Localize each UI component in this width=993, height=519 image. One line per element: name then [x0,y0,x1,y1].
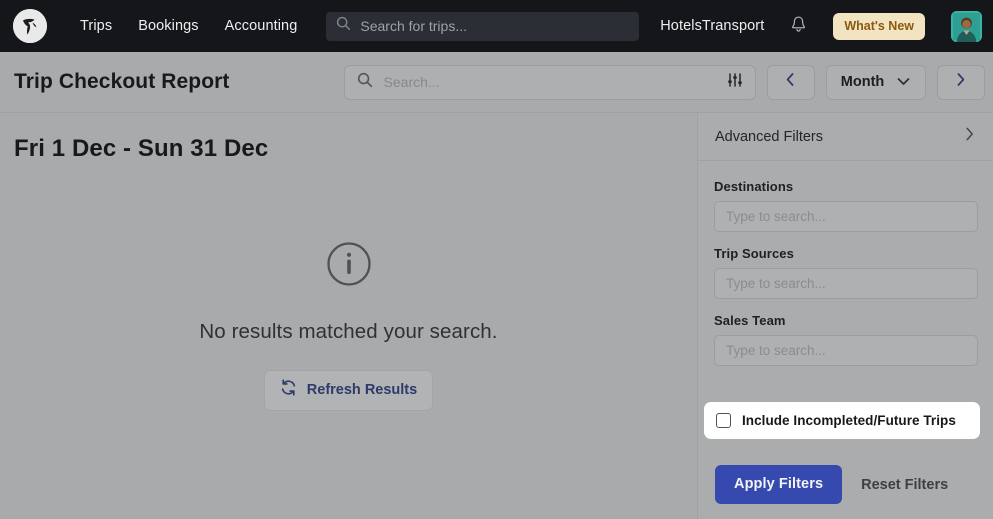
include-incompleted-future-trips-checkbox[interactable] [716,413,731,428]
nav-link-hotels[interactable]: Hotels [660,18,702,34]
secondary-nav-area: Hotels Transport What's New [660,11,993,42]
sliders-icon[interactable] [727,72,743,93]
date-range-heading: Fri 1 Dec - Sun 31 Dec [14,135,697,163]
report-content: Fri 1 Dec - Sun 31 Dec No results matche… [0,113,697,519]
nav-link-accounting[interactable]: Accounting [225,18,298,34]
filter-actions: Apply Filters Reset Filters [715,465,950,504]
filter-field-destinations: Destinations Type to search... [714,179,978,232]
nav-link-trips[interactable]: Trips [80,18,112,34]
destinations-input[interactable]: Type to search... [714,201,978,232]
field-label: Trip Sources [714,246,978,261]
bell-icon[interactable] [790,15,807,38]
empty-state-message: No results matched your search. [0,320,697,344]
field-label: Destinations [714,179,978,194]
refresh-results-button[interactable]: Refresh Results [264,370,433,411]
period-selector-label: Month [841,74,884,90]
report-toolbar: Search... [344,65,985,100]
apply-filters-button[interactable]: Apply Filters [715,465,842,504]
advanced-filters-panel: Advanced Filters Destinations Type to se… [697,113,993,519]
chevron-right-icon [964,126,975,147]
info-circle-icon [0,241,697,292]
filter-field-sales-team: Sales Team Type to search... [714,313,978,366]
reset-filters-button[interactable]: Reset Filters [859,473,950,497]
nav-link-transport[interactable]: Transport [702,18,764,34]
refresh-results-label: Refresh Results [307,382,417,398]
advanced-filters-label: Advanced Filters [715,129,823,145]
avatar[interactable] [951,11,982,42]
field-placeholder: Type to search... [726,276,826,291]
search-icon [357,72,373,93]
previous-period-button[interactable] [767,65,815,100]
search-icon [336,16,351,36]
primary-nav-links: Trips Bookings Accounting [80,18,297,34]
page-title: Trip Checkout Report [14,70,230,94]
search-input[interactable]: Search... [344,65,756,100]
filter-field-trip-sources: Trip Sources Type to search... [714,246,978,299]
nav-link-bookings[interactable]: Bookings [138,18,198,34]
chevron-left-icon [785,72,796,92]
include-incompleted-future-trips-label: Include Incompleted/Future Trips [742,413,956,428]
period-selector[interactable]: Month [826,65,926,100]
whats-new-badge[interactable]: What's New [833,13,925,40]
app-window: Trips Bookings Accounting Search for tri… [0,0,993,519]
global-search-placeholder: Search for trips... [360,18,467,34]
trip-sources-input[interactable]: Type to search... [714,268,978,299]
top-navigation-bar: Trips Bookings Accounting Search for tri… [0,0,993,52]
field-placeholder: Type to search... [726,343,826,358]
filters-form: Destinations Type to search... Trip Sour… [698,161,993,366]
empty-state: No results matched your search. Refresh … [0,241,697,411]
next-period-button[interactable] [937,65,985,100]
company-logo-icon[interactable] [13,9,47,43]
advanced-filters-header[interactable]: Advanced Filters [698,113,993,161]
chevron-down-icon [897,73,910,91]
include-incompleted-future-trips-row[interactable]: Include Incompleted/Future Trips [704,402,980,439]
global-search-input[interactable]: Search for trips... [326,12,639,41]
field-placeholder: Type to search... [726,209,826,224]
refresh-icon [280,379,297,401]
chevron-right-icon [955,72,966,92]
sales-team-input[interactable]: Type to search... [714,335,978,366]
page-subheader: Trip Checkout Report Search... [0,52,993,113]
field-label: Sales Team [714,313,978,328]
search-placeholder: Search... [384,74,716,90]
